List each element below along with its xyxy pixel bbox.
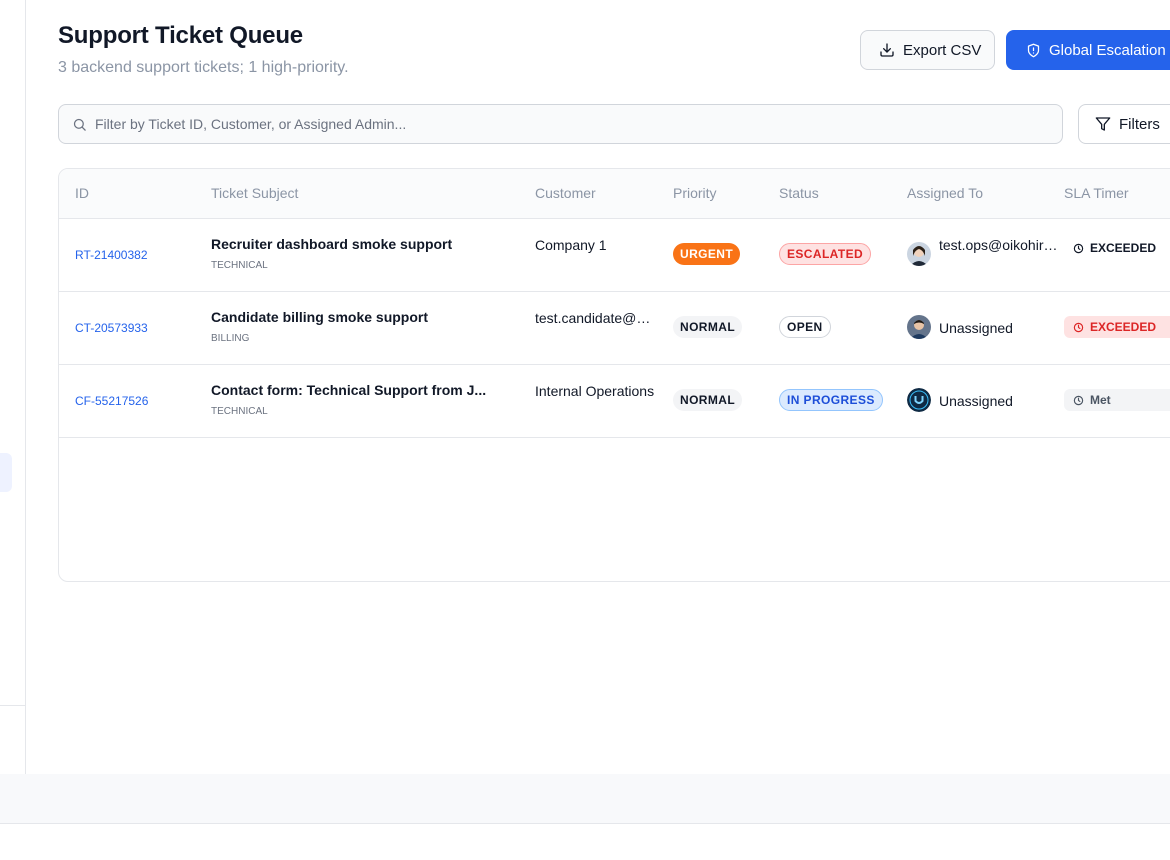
filters-label: Filters (1119, 115, 1160, 133)
avatar (907, 315, 931, 339)
ticket-subject: Contact form: Technical Support from J..… (211, 382, 487, 398)
page-subtitle: 3 backend support tickets; 1 high-priori… (58, 59, 349, 76)
export-csv-button[interactable]: Export CSV (860, 30, 995, 70)
avatar (907, 242, 931, 266)
sla-status: EXCEEDED (1090, 241, 1157, 255)
ticket-category: TECHNICAL (211, 406, 268, 417)
shield-alert-icon (1027, 43, 1040, 57)
download-icon (880, 43, 894, 57)
table-header: ID Ticket Subject Customer Priority Stat… (59, 169, 1170, 219)
table-row[interactable]: RT-21400382 Recruiter dashboard smoke su… (59, 219, 1170, 292)
clock-icon (1073, 322, 1084, 332)
ticket-id-link[interactable]: CF-55217526 (75, 394, 148, 408)
clock-icon (1073, 243, 1084, 253)
filters-button[interactable]: Filters (1078, 104, 1170, 144)
sla-status: Met (1090, 393, 1111, 407)
ticket-customer: test.candidate@oikohire.com (535, 310, 657, 326)
column-header-subject[interactable]: Ticket Subject (211, 185, 298, 201)
avatar (907, 388, 931, 412)
column-header-assigned[interactable]: Assigned To (907, 185, 983, 201)
tickets-table: ID Ticket Subject Customer Priority Stat… (58, 168, 1170, 582)
ticket-customer: Internal Operations (535, 383, 655, 399)
ticket-category: TECHNICAL (211, 260, 268, 271)
sidebar-divider (0, 705, 26, 706)
sla-timer: EXCEEDED (1064, 316, 1170, 338)
priority-badge: NORMAL (673, 316, 743, 338)
assignee-name: Unassigned (939, 320, 1013, 336)
ticket-customer: Company 1 (535, 237, 607, 253)
sla-status: EXCEEDED (1090, 320, 1157, 334)
sla-timer: EXCEEDED (1064, 237, 1165, 259)
ticket-id-link[interactable]: CT-20573933 (75, 321, 148, 335)
table-row[interactable]: CT-20573933 Candidate billing smoke supp… (59, 292, 1170, 365)
search-icon (73, 118, 86, 131)
assignee-name: Unassigned (939, 393, 1013, 409)
assignee-name: test.ops@oikohire.com (939, 237, 1061, 253)
filter-icon (1095, 117, 1111, 131)
page-title: Support Ticket Queue (58, 22, 303, 49)
status-badge: OPEN (779, 316, 831, 338)
ticket-id-link[interactable]: RT-21400382 (75, 248, 148, 262)
column-header-status[interactable]: Status (779, 185, 819, 201)
export-csv-label: Export CSV (903, 41, 982, 59)
priority-badge: URGENT (673, 243, 741, 265)
ticket-subject: Candidate billing smoke support (211, 309, 429, 325)
column-header-sla[interactable]: SLA Timer (1064, 185, 1129, 201)
sidebar-active-item[interactable] (0, 453, 12, 492)
global-escalation-button[interactable]: Global Escalation (1006, 30, 1170, 70)
table-row[interactable]: CF-55217526 Contact form: Technical Supp… (59, 365, 1170, 438)
sidebar (0, 0, 26, 774)
ticket-category: BILLING (211, 333, 250, 344)
status-badge: IN PROGRESS (779, 389, 883, 411)
global-escalation-label: Global Escalation (1049, 41, 1166, 59)
sla-timer: Met (1064, 389, 1170, 411)
column-header-priority[interactable]: Priority (673, 185, 717, 201)
priority-badge: NORMAL (673, 389, 743, 411)
search-bar (58, 104, 1063, 144)
footer-bar (0, 774, 1170, 824)
column-header-id[interactable]: ID (75, 185, 89, 201)
status-badge: ESCALATED (779, 243, 872, 265)
clock-icon (1073, 395, 1084, 405)
column-header-customer[interactable]: Customer (535, 185, 596, 201)
search-input[interactable] (95, 116, 1045, 132)
ticket-subject: Recruiter dashboard smoke support (211, 236, 453, 252)
